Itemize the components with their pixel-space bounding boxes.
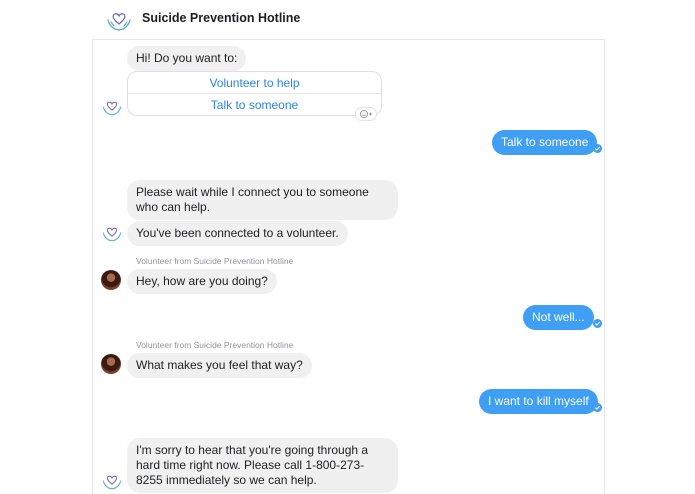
smiley-add-icon[interactable] — [355, 107, 377, 121]
bot-message-wait: Please wait while I connect you to someo… — [127, 180, 398, 220]
bot-message-greeting: Hi! Do you want to: — [127, 46, 247, 71]
volunteer-avatar — [101, 270, 121, 290]
quick-replies: Volunteer to help Talk to someone — [127, 71, 382, 121]
chat-header: Suicide Prevention Hotline — [92, 0, 605, 40]
check-circle-icon — [593, 144, 602, 153]
user-message-crisis: I want to kill myself — [479, 389, 598, 414]
check-circle-icon — [593, 403, 602, 412]
check-circle-icon — [593, 319, 602, 328]
hands-heart-logo-icon — [107, 13, 131, 31]
bot-avatar-logo-icon — [102, 475, 122, 490]
volunteer-message-hey: Hey, how are you doing? — [127, 269, 277, 294]
bot-avatar-logo-icon — [102, 227, 122, 242]
volunteer-sender-label: Volunteer from Suicide Prevention Hotlin… — [136, 256, 294, 266]
user-message-not-well: Not well... — [523, 305, 594, 330]
volunteer-avatar — [101, 354, 121, 374]
volunteer-sender-label: Volunteer from Suicide Prevention Hotlin… — [136, 340, 294, 350]
quick-reply-talk[interactable]: Talk to someone — [128, 94, 381, 116]
volunteer-message-why: What makes you feel that way? — [127, 353, 312, 378]
chat-title: Suicide Prevention Hotline — [142, 11, 301, 25]
bot-message-hotline: I'm sorry to hear that you're going thro… — [127, 438, 398, 493]
quick-reply-volunteer[interactable]: Volunteer to help — [128, 72, 381, 94]
bot-message-connected: You've been connected to a volunteer. — [127, 221, 348, 246]
user-message-talk: Talk to someone — [492, 130, 598, 155]
bot-avatar-logo-icon — [102, 101, 122, 116]
